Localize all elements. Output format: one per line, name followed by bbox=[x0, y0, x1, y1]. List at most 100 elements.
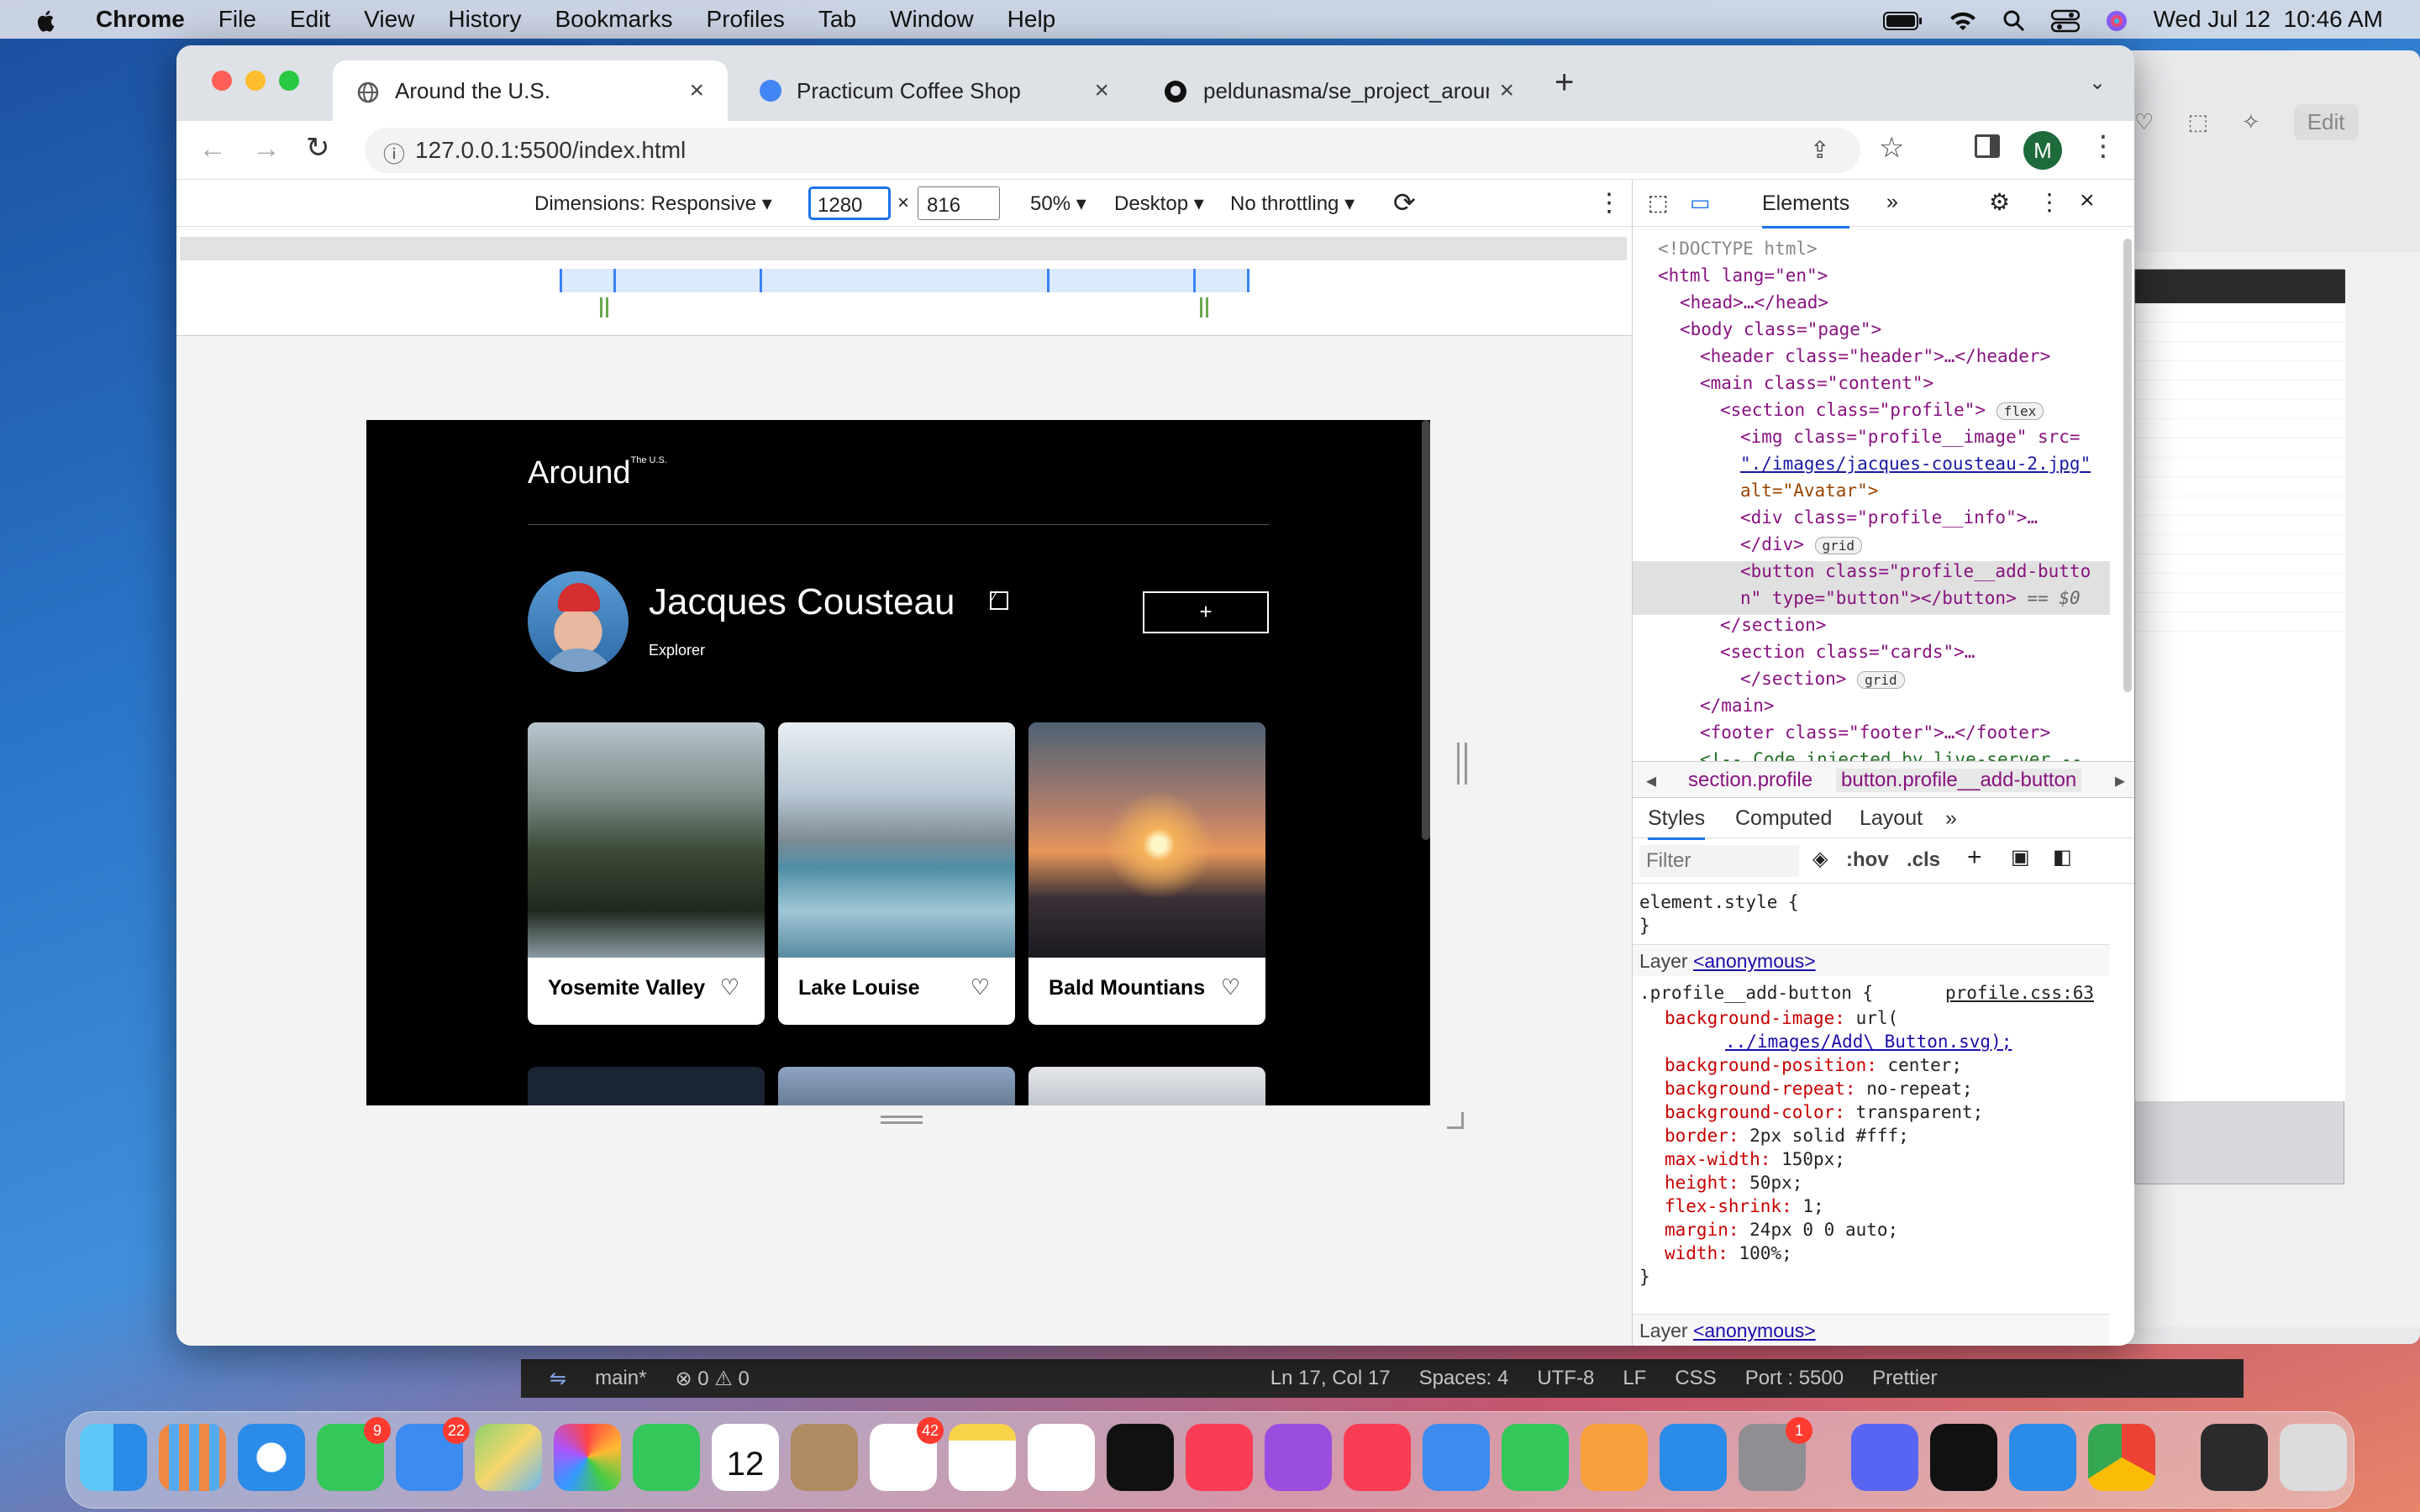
forward-icon[interactable]: → bbox=[252, 133, 281, 165]
music-icon[interactable] bbox=[1186, 1424, 1253, 1491]
device-toolbar-menu-icon[interactable]: ⋮ bbox=[1597, 188, 1622, 218]
facetime-icon[interactable] bbox=[633, 1424, 700, 1491]
close-tab-icon[interactable]: × bbox=[1499, 76, 1514, 105]
css-property[interactable]: max-width: 150px; bbox=[1633, 1149, 1845, 1173]
tree-line-add-button-cont[interactable]: n" type="button"></button> == $0 bbox=[1633, 588, 2081, 615]
tree-line-profile-info[interactable]: <div class="profile__info">… bbox=[1633, 507, 2038, 534]
side-panel-icon[interactable] bbox=[1975, 134, 2000, 158]
new-tab-button[interactable]: + bbox=[1555, 64, 1574, 102]
tree-line-doctype[interactable]: <!DOCTYPE html> bbox=[1633, 239, 1818, 265]
width-input[interactable]: 1280 bbox=[808, 186, 891, 220]
tree-line-body[interactable]: <body class="page"> bbox=[1633, 319, 1881, 346]
menu-window[interactable]: Window bbox=[890, 6, 974, 33]
tab-around-the-us[interactable]: Around the U.S. × bbox=[333, 60, 728, 121]
more-subtabs-icon[interactable]: » bbox=[1945, 806, 1957, 831]
downloads-stack-icon[interactable] bbox=[2201, 1424, 2268, 1491]
device-toggle-icon[interactable]: ▭ bbox=[1690, 190, 1711, 216]
vscode-cursor-position[interactable]: Ln 17, Col 17 bbox=[1270, 1367, 1391, 1390]
layer-anonymous-link[interactable]: <anonymous> bbox=[1693, 1320, 1816, 1341]
like-heart-icon[interactable]: ♡ bbox=[1221, 974, 1240, 1000]
trash-icon[interactable] bbox=[2280, 1424, 2347, 1491]
element-style-selector[interactable]: element.style { bbox=[1633, 892, 1799, 916]
news-icon[interactable] bbox=[1344, 1424, 1411, 1491]
breadcrumb-left-arrow-icon[interactable]: ◂ bbox=[1646, 769, 1656, 793]
tab-computed[interactable]: Computed bbox=[1735, 806, 1832, 831]
css-property[interactable]: height: 50px; bbox=[1633, 1173, 1802, 1196]
tree-line-section-cards[interactable]: <section class="cards">… bbox=[1633, 642, 1975, 669]
tree-line-div-close[interactable]: </div> grid bbox=[1633, 534, 1863, 561]
tree-line-cards-close[interactable]: </section> grid bbox=[1633, 669, 1905, 696]
css-property[interactable]: background-repeat: no-repeat; bbox=[1633, 1079, 1973, 1102]
profile-add-button[interactable]: + bbox=[1143, 591, 1269, 633]
vscode-encoding[interactable]: UTF-8 bbox=[1537, 1367, 1594, 1390]
tree-line-section-close[interactable]: </section> bbox=[1633, 615, 1826, 642]
vscode-eol[interactable]: LF bbox=[1623, 1367, 1646, 1390]
tree-line-add-button[interactable]: <button class="profile__add-butto bbox=[1633, 561, 2091, 588]
styles-filter-input[interactable] bbox=[1639, 845, 1799, 877]
app-store-icon[interactable] bbox=[1660, 1424, 1727, 1491]
close-window-button[interactable] bbox=[212, 71, 232, 91]
safari-icon[interactable] bbox=[238, 1424, 305, 1491]
rotate-icon[interactable]: ⟳ bbox=[1393, 186, 1416, 218]
css-property[interactable]: flex-shrink: 1; bbox=[1633, 1196, 1824, 1220]
flex-badge[interactable]: flex bbox=[1996, 402, 2044, 420]
css-property[interactable]: background-position: center; bbox=[1633, 1055, 1962, 1079]
dimensions-dropdown[interactable]: Dimensions: Responsive ▾ bbox=[534, 192, 772, 216]
like-heart-icon[interactable]: ♡ bbox=[720, 974, 739, 1000]
calendar-icon[interactable]: 12 bbox=[712, 1424, 779, 1491]
paint-icon[interactable]: ▣ bbox=[2011, 845, 2030, 869]
zoom-window-button[interactable] bbox=[279, 71, 299, 91]
css-property[interactable]: ../images/Add\ Button.svg); bbox=[1633, 1032, 2012, 1055]
rule-selector[interactable]: .profile__add-button { bbox=[1633, 983, 1873, 1006]
tree-line-main-close[interactable]: </main> bbox=[1633, 696, 1775, 722]
finder-icon[interactable] bbox=[80, 1424, 147, 1491]
menu-file[interactable]: File bbox=[218, 6, 256, 33]
inspect-element-icon[interactable]: ⬚ bbox=[1648, 190, 1669, 216]
wifi-icon[interactable] bbox=[1949, 6, 1977, 33]
vscode-prettier[interactable]: Prettier bbox=[1872, 1367, 1937, 1390]
tab-elements[interactable]: Elements bbox=[1762, 192, 1850, 228]
tab-practicum-coffee-shop[interactable]: Practicum Coffee Shop × bbox=[736, 60, 1133, 121]
grid-badge[interactable]: grid bbox=[1814, 537, 1863, 554]
numbers-icon[interactable] bbox=[1502, 1424, 1569, 1491]
system-settings-icon[interactable]: 1 bbox=[1739, 1417, 1812, 1491]
breadcrumb-add-button[interactable]: button.profile__add-button bbox=[1836, 769, 2082, 792]
css-property[interactable]: width: 100%; bbox=[1633, 1243, 1792, 1267]
grid-badge[interactable]: grid bbox=[1857, 671, 1905, 689]
media-query-bar[interactable] bbox=[180, 237, 1628, 260]
vscode-icon[interactable] bbox=[2009, 1424, 2076, 1491]
viewport-corner-handle[interactable] bbox=[1447, 1112, 1464, 1129]
freeform-icon[interactable] bbox=[1028, 1424, 1095, 1491]
profile-avatar[interactable]: M bbox=[2023, 131, 2062, 170]
reload-icon[interactable]: ↻ bbox=[306, 131, 330, 165]
tree-line-header[interactable]: <header class="header">…</header> bbox=[1633, 346, 2050, 373]
menu-help[interactable]: Help bbox=[1007, 6, 1056, 33]
tree-line-img-src[interactable]: "./images/jacques-cousteau-2.jpg" bbox=[1633, 454, 2091, 480]
vscode-branch[interactable]: main* bbox=[595, 1367, 646, 1390]
battery-icon[interactable] bbox=[1882, 6, 1923, 33]
rule-source-link[interactable]: profile.css:63 bbox=[1945, 983, 2094, 1006]
keynote-icon[interactable] bbox=[1423, 1424, 1490, 1491]
tab-github-repo[interactable]: peldunasma/se_project_aroun × bbox=[1139, 60, 1538, 121]
viewport-right-handle[interactable] bbox=[1457, 743, 1467, 785]
back-icon[interactable]: ← bbox=[198, 133, 227, 165]
breadcrumb-section-profile[interactable]: section.profile bbox=[1688, 769, 1812, 792]
vscode-language[interactable]: CSS bbox=[1675, 1367, 1716, 1390]
share-icon[interactable]: ⇪ bbox=[1810, 136, 1829, 164]
device-type-dropdown[interactable]: Desktop ▾ bbox=[1114, 192, 1204, 216]
throttling-dropdown[interactable]: No throttling ▾ bbox=[1230, 192, 1355, 216]
devtools-menu-icon[interactable]: ⋮ bbox=[2038, 188, 2061, 216]
new-rule-icon[interactable]: + bbox=[1967, 843, 1982, 872]
vscode-port[interactable]: Port : 5500 bbox=[1745, 1367, 1844, 1390]
siri-icon[interactable] bbox=[2105, 6, 2128, 33]
menu-bookmarks[interactable]: Bookmarks bbox=[555, 6, 672, 33]
menu-app-chrome[interactable]: Chrome bbox=[96, 6, 185, 33]
search-icon[interactable] bbox=[2002, 6, 2026, 33]
tab-search-chevron-icon[interactable]: ⌄ bbox=[2089, 71, 2106, 95]
chrome-menu-icon[interactable]: ⋮ bbox=[2089, 129, 2118, 163]
menu-history[interactable]: History bbox=[448, 6, 521, 33]
bookmark-star-icon[interactable]: ☆ bbox=[1879, 131, 1904, 165]
reminders-icon[interactable]: 42 bbox=[870, 1417, 944, 1491]
profile-edit-button[interactable]: ∕ bbox=[990, 588, 1008, 610]
card-image-yosemite[interactable] bbox=[528, 722, 765, 958]
